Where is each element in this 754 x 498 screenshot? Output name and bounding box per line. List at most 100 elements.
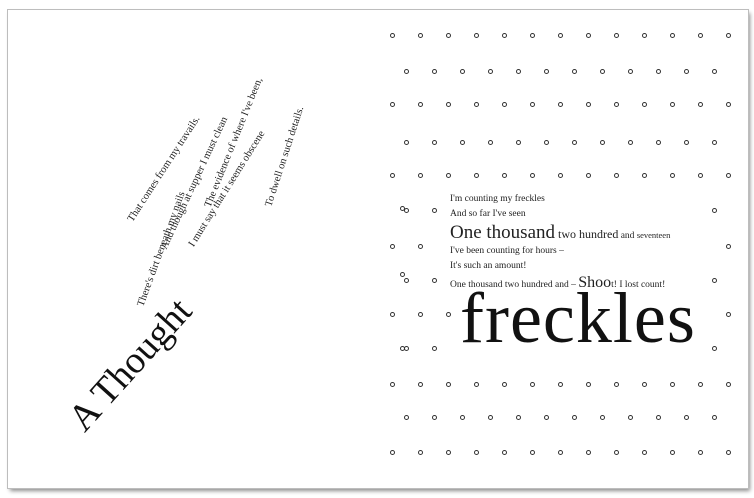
freckle-dot <box>642 33 647 38</box>
freckle-dot <box>432 415 437 420</box>
freckle-dot <box>726 382 731 387</box>
freckle-dot <box>502 382 507 387</box>
verse-line-1: I'm counting my freckles <box>450 194 545 204</box>
freckle-dot <box>404 140 409 145</box>
freckle-dot <box>642 382 647 387</box>
freckle-dot <box>446 102 451 107</box>
freckle-dot <box>656 415 661 420</box>
freckle-dot <box>558 102 563 107</box>
freckle-dot <box>642 102 647 107</box>
freckle-dot <box>418 312 423 317</box>
freckle-dot <box>698 450 703 455</box>
freckle-dot <box>712 278 717 283</box>
freckle-dot <box>698 33 703 38</box>
freckle-dot <box>418 33 423 38</box>
freckle-dot <box>698 102 703 107</box>
freckle-dot <box>460 140 465 145</box>
freckle-dot <box>684 69 689 74</box>
freckle-dot <box>642 450 647 455</box>
freckle-dot <box>600 69 605 74</box>
freckles-verse: I'm counting my freckles And so far I've… <box>450 192 670 292</box>
freckle-dot <box>670 450 675 455</box>
freckle-dot <box>502 450 507 455</box>
freckle-dot <box>502 102 507 107</box>
freckle-dot <box>418 173 423 178</box>
freckle-dot <box>474 33 479 38</box>
freckle-dot <box>390 173 395 178</box>
freckle-dot <box>502 33 507 38</box>
freckle-dot <box>712 140 717 145</box>
freckle-dot <box>474 102 479 107</box>
freckle-dot <box>488 415 493 420</box>
freckle-dot <box>600 415 605 420</box>
freckle-dot <box>446 382 451 387</box>
freckle-dot <box>390 244 395 249</box>
freckle-dot <box>586 173 591 178</box>
freckle-dot <box>558 382 563 387</box>
poem-line-6: To dwell on such details. <box>263 105 307 208</box>
freckle-dot <box>656 140 661 145</box>
freckle-dot <box>670 382 675 387</box>
freckle-dot <box>530 382 535 387</box>
freckle-dot <box>390 450 395 455</box>
freckle-dot <box>712 346 717 351</box>
freckle-dot <box>572 140 577 145</box>
verse-small-text: seventeen <box>636 230 671 240</box>
freckle-dot <box>600 140 605 145</box>
freckle-dot <box>446 450 451 455</box>
freckle-dot <box>418 382 423 387</box>
freckle-dot <box>488 69 493 74</box>
freckle-dot <box>390 382 395 387</box>
freckle-dot <box>670 33 675 38</box>
freckle-dot <box>460 69 465 74</box>
freckle-dot <box>642 173 647 178</box>
freckle-dot <box>432 278 437 283</box>
freckle-dot <box>726 450 731 455</box>
freckle-dot <box>628 140 633 145</box>
freckle-dot <box>614 450 619 455</box>
verse-line-5: It's such an amount! <box>450 261 527 271</box>
freckle-dot <box>544 415 549 420</box>
freckle-dot <box>628 69 633 74</box>
freckle-dot <box>726 102 731 107</box>
freckle-dot <box>558 33 563 38</box>
freckle-dot <box>712 415 717 420</box>
freckle-dot <box>586 450 591 455</box>
freckle-dot <box>502 173 507 178</box>
freckle-dot <box>404 278 409 283</box>
freckle-dot <box>726 312 731 317</box>
freckles-title: freckles <box>460 278 696 358</box>
freckle-dot <box>586 33 591 38</box>
verse-line-3: One thousand two hundred and seventeen <box>450 222 670 244</box>
right-page: I'm counting my freckles And so far I've… <box>378 10 748 488</box>
freckle-dot <box>516 69 521 74</box>
book-spread: There's dirt beneath my nails That comes… <box>8 10 748 488</box>
freckle-dot <box>726 173 731 178</box>
freckle-dot <box>530 450 535 455</box>
freckle-dot <box>530 173 535 178</box>
freckle-dot <box>390 312 395 317</box>
freckle-dot <box>432 346 437 351</box>
freckle-dot <box>698 382 703 387</box>
freckle-dot <box>712 208 717 213</box>
freckle-dot <box>614 102 619 107</box>
left-page: There's dirt beneath my nails That comes… <box>8 10 378 488</box>
freckle-dot <box>544 69 549 74</box>
verse-and-text: and <box>618 231 637 241</box>
freckle-dot <box>390 102 395 107</box>
freckle-dot <box>400 346 405 351</box>
freckle-dot <box>530 33 535 38</box>
freckle-dot <box>544 140 549 145</box>
freckle-dot <box>558 450 563 455</box>
freckle-dot <box>390 33 395 38</box>
freckle-dot <box>432 208 437 213</box>
freckle-dot <box>614 33 619 38</box>
freckle-dot <box>404 415 409 420</box>
freckle-dot <box>726 244 731 249</box>
freckle-dot <box>446 173 451 178</box>
poem-line-2: That comes from my travails. <box>125 114 203 224</box>
verse-line-4: I've been counting for hours – <box>450 246 564 256</box>
freckle-dot <box>572 69 577 74</box>
freckle-dot <box>614 173 619 178</box>
freckle-dot <box>628 415 633 420</box>
